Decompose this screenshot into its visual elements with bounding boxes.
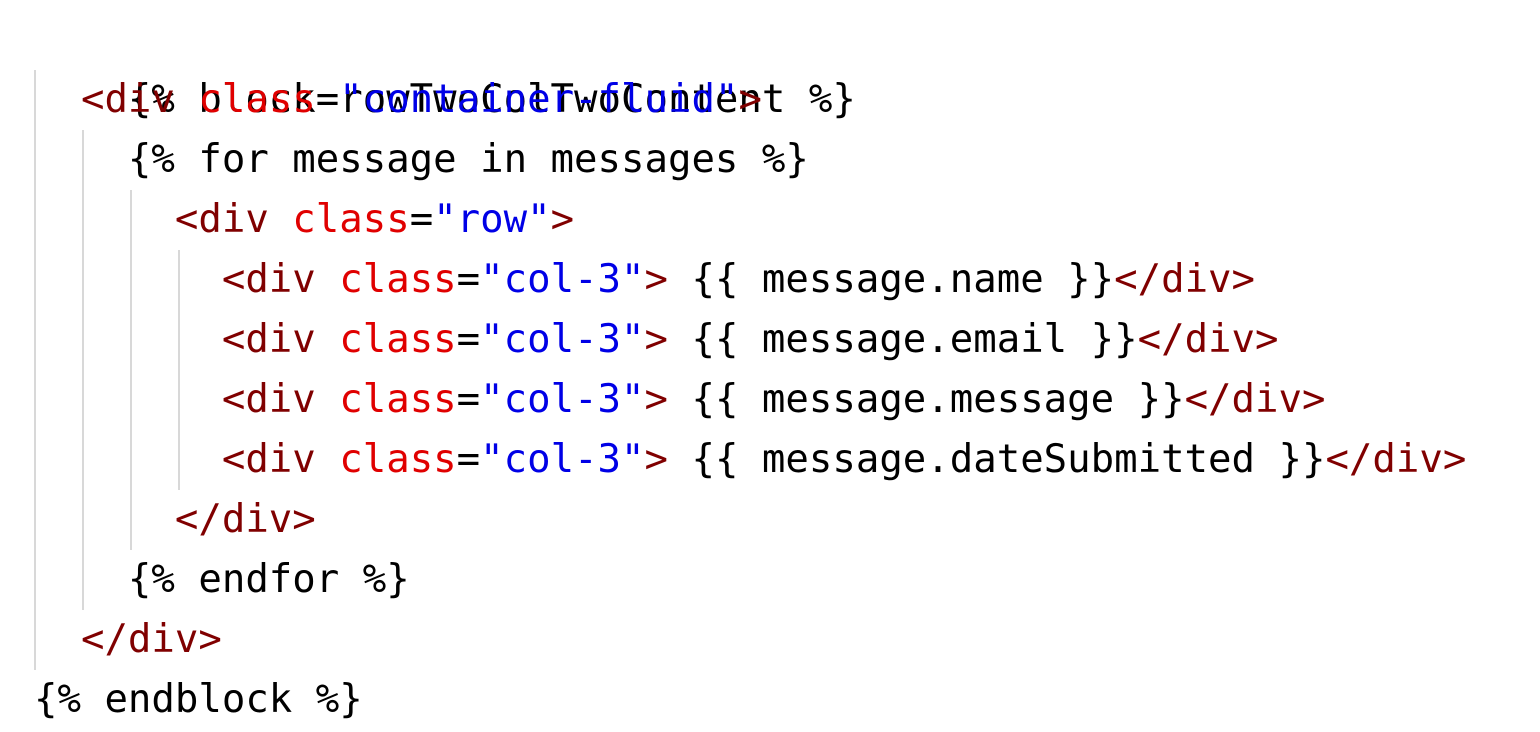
code-editor[interactable]: {% block rowTwoColTwoContent %} <div cla…: [0, 0, 1540, 732]
attr-value: row: [456, 197, 528, 242]
tag-end: >: [644, 317, 668, 362]
quote: ": [527, 197, 551, 242]
tag-open: <div: [174, 197, 269, 242]
attr-value: container-fluid: [362, 77, 715, 122]
quote: ": [480, 437, 504, 482]
code-line-2[interactable]: <div class="container-fluid">: [34, 70, 762, 130]
jinja-for-open: {% for message in messages %}: [127, 137, 809, 182]
code-line-11[interactable]: </div>: [34, 610, 222, 670]
equals: =: [456, 437, 481, 482]
code-line-8[interactable]: <div class="col-3"> {{ message.dateSubmi…: [34, 430, 1467, 490]
jinja-expression: {{ message.name }}: [668, 257, 1115, 302]
equals: =: [456, 377, 481, 422]
tag-end: >: [738, 77, 762, 122]
jinja-expression: {{ message.message }}: [668, 377, 1185, 422]
tag-end: >: [550, 197, 575, 242]
attr-name: class: [339, 257, 457, 302]
jinja-expression: {{ message.email }}: [668, 317, 1138, 362]
tag-open: <div: [221, 257, 316, 302]
tag-end: >: [644, 377, 668, 422]
jinja-endfor: {% endfor %}: [127, 557, 410, 602]
attr-name: class: [339, 377, 457, 422]
code-line-9[interactable]: </div>: [34, 490, 316, 550]
code-line-10[interactable]: {% endfor %}: [34, 550, 410, 610]
tag-open: <div: [221, 317, 316, 362]
jinja-expression: {{ message.dateSubmitted }}: [668, 437, 1326, 482]
tag-close: </div>: [80, 617, 222, 662]
equals: =: [456, 317, 481, 362]
equals: =: [409, 197, 434, 242]
quote: ": [480, 317, 504, 362]
code-line-7[interactable]: <div class="col-3"> {{ message.message }…: [34, 370, 1326, 430]
attr-value: col-3: [503, 437, 622, 482]
tag-open: <div: [80, 77, 175, 122]
tag-close: </div>: [1137, 317, 1279, 362]
equals: =: [315, 77, 340, 122]
quote: ": [480, 377, 504, 422]
code-line-4[interactable]: <div class="row">: [34, 190, 574, 250]
tag-close: </div>: [1184, 377, 1326, 422]
quote: ": [714, 77, 739, 122]
attr-name: class: [292, 197, 410, 242]
equals: =: [456, 257, 481, 302]
quote: ": [339, 77, 363, 122]
quote: ": [480, 257, 504, 302]
code-line-1[interactable]: {% block rowTwoColTwoContent %}: [34, 10, 856, 122]
code-line-12[interactable]: {% endblock %}: [34, 670, 363, 730]
attr-value: col-3: [503, 257, 622, 302]
tag-open: <div: [221, 437, 316, 482]
tag-close: </div>: [1114, 257, 1256, 302]
code-line-3[interactable]: {% for message in messages %}: [34, 130, 809, 190]
tag-end: >: [644, 257, 668, 302]
attr-name: class: [339, 437, 457, 482]
quote: ": [621, 437, 645, 482]
quote: ": [621, 377, 645, 422]
code-line-5[interactable]: <div class="col-3"> {{ message.name }}</…: [34, 250, 1255, 310]
quote: ": [433, 197, 457, 242]
tag-end: >: [644, 437, 668, 482]
code-line-6[interactable]: <div class="col-3"> {{ message.email }}<…: [34, 310, 1279, 370]
quote: ": [621, 257, 645, 302]
tag-close: </div>: [1325, 437, 1467, 482]
attr-name: class: [198, 77, 316, 122]
quote: ": [621, 317, 645, 362]
attr-value: col-3: [503, 377, 622, 422]
attr-name: class: [339, 317, 457, 362]
tag-close: </div>: [174, 497, 316, 542]
jinja-endblock: {% endblock %}: [34, 677, 363, 722]
attr-value: col-3: [503, 317, 622, 362]
tag-open: <div: [221, 377, 316, 422]
